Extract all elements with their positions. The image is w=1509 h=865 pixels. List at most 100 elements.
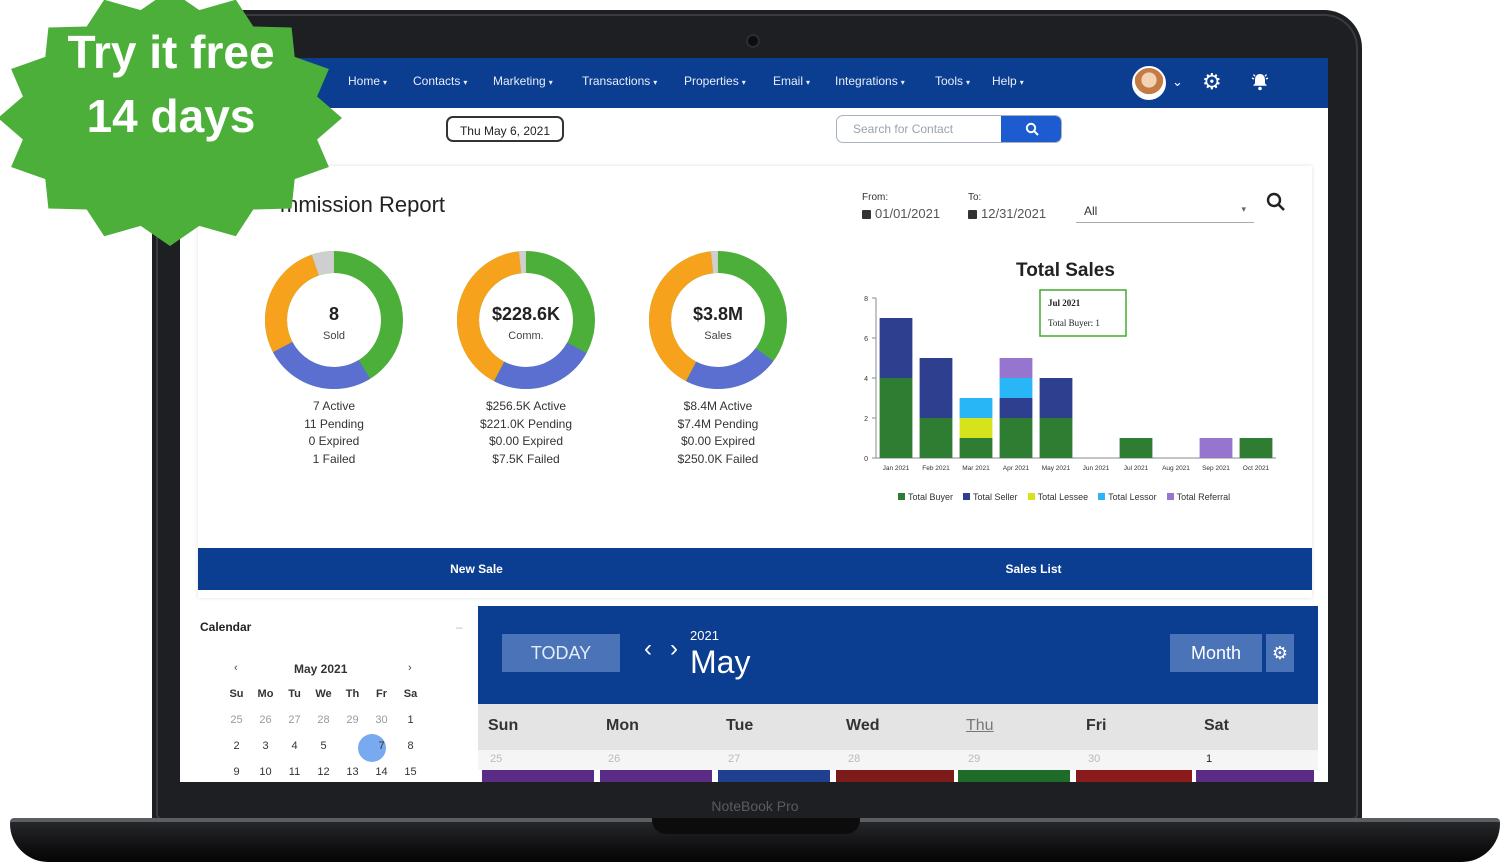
mini-calendar-weekday: Mo [257, 688, 274, 700]
mini-calendar-day[interactable]: 13 [338, 766, 367, 778]
mini-calendar-day[interactable]: 10 [251, 766, 280, 778]
type-filter-select[interactable]: All ▾ [1076, 198, 1254, 223]
day-number[interactable]: 28 [848, 753, 860, 765]
legend-item[interactable]: Total Lessee [1027, 492, 1088, 502]
donut-value: 8 [328, 304, 339, 324]
donut-label: Sold [322, 330, 346, 342]
calendar-toolbar: TODAY ‹ › 2021 May Month ⚙ [478, 606, 1318, 704]
month-view-button[interactable]: Month [1170, 634, 1262, 672]
weekday-sun: Sun [488, 717, 519, 734]
mini-calendar-day[interactable]: 15 [396, 766, 425, 778]
mini-calendar-day[interactable]: 5 [309, 740, 338, 752]
mini-calendar-day[interactable]: 14 [367, 766, 396, 778]
search-button[interactable] [1001, 116, 1061, 142]
next-month-button[interactable]: › [408, 662, 412, 674]
collapse-icon[interactable]: – [456, 620, 463, 634]
device-brand: NoteBook Pro [711, 798, 799, 814]
nav-properties[interactable]: Properties ▾ [684, 74, 746, 88]
stat-failed: $250.0K Failed [677, 451, 759, 466]
mini-calendar-day[interactable]: 25 [222, 714, 251, 726]
legend-item[interactable]: Total Buyer [898, 492, 953, 502]
bar-segment [959, 398, 993, 418]
today-button[interactable]: TODAY [502, 634, 620, 672]
day-number[interactable]: 29 [968, 753, 980, 765]
nav-home[interactable]: Home ▾ [348, 74, 387, 88]
current-date-button[interactable]: Thu May 6, 2021 [446, 116, 564, 142]
prev-month-button[interactable]: ‹ [234, 662, 238, 674]
mini-calendar-day[interactable]: 28 [309, 714, 338, 726]
mini-calendar-day[interactable]: 4 [280, 740, 309, 752]
legend-item[interactable]: Total Seller [963, 492, 1018, 502]
legend-item[interactable]: Total Lessor [1098, 492, 1157, 502]
app-screen: Home ▾ Contacts ▾ Marketing ▾ Transactions ▾… [180, 58, 1328, 782]
y-tick-label: 0 [864, 456, 868, 463]
bar-segment [999, 418, 1033, 458]
chevron-down-icon: ▾ [1019, 78, 1024, 87]
gear-icon[interactable]: ⚙ [1266, 634, 1294, 672]
calendar-event[interactable] [482, 770, 594, 782]
mini-calendar-day[interactable]: 6 [338, 740, 367, 752]
mini-calendar-day[interactable]: 12 [309, 766, 338, 778]
free-trial-badge[interactable]: Try it free 14 days [0, 0, 342, 246]
mini-calendar-day[interactable]: 29 [338, 714, 367, 726]
calendar-event[interactable] [718, 770, 830, 782]
mini-calendar-day[interactable]: 11 [280, 766, 309, 778]
calendar-event[interactable] [600, 770, 712, 782]
chevron-right-icon[interactable]: › [670, 636, 678, 662]
x-tick-label: Apr 2021 [1003, 465, 1030, 472]
calendar-event[interactable] [1196, 770, 1314, 782]
user-avatar[interactable] [1132, 66, 1166, 100]
nav-tools[interactable]: Tools ▾ [935, 74, 970, 88]
x-tick-label: Oct 2021 [1243, 465, 1270, 472]
bar-segment [919, 358, 953, 418]
y-tick-label: 8 [864, 296, 868, 303]
new-sale-button[interactable]: New Sale [198, 548, 755, 590]
nav-marketing[interactable]: Marketing ▾ [493, 74, 553, 88]
legend-swatch [898, 493, 905, 500]
nav-integrations[interactable]: Integrations ▾ [835, 74, 905, 88]
mini-calendar-day[interactable]: 9 [222, 766, 251, 778]
mini-calendar-day[interactable]: 1 [396, 714, 425, 726]
search-input[interactable] [837, 116, 1001, 142]
mini-calendar-day[interactable]: 27 [280, 714, 309, 726]
bar-segment [879, 318, 913, 378]
sales-list-button[interactable]: Sales List [755, 548, 1312, 590]
mini-calendar-day[interactable]: 3 [251, 740, 280, 752]
nav-label: Home [348, 74, 381, 88]
stat-active: $8.4M Active [683, 399, 753, 413]
x-tick-label: Mar 2021 [962, 465, 990, 472]
day-number[interactable]: 30 [1088, 753, 1100, 765]
chevron-left-icon[interactable]: ‹ [644, 636, 652, 662]
to-date-field[interactable]: 12/31/2021 [968, 206, 1046, 221]
mini-calendar-day[interactable]: 8 [396, 740, 425, 752]
y-tick-label: 4 [864, 376, 868, 383]
stat-expired: $0.00 Expired [680, 434, 756, 448]
calendar-event[interactable] [958, 770, 1070, 782]
chevron-down-icon[interactable]: ⌄ [1172, 74, 1183, 90]
chevron-down-icon: ▾ [548, 78, 553, 87]
mini-calendar-day[interactable]: 26 [251, 714, 280, 726]
nav-contacts[interactable]: Contacts ▾ [413, 74, 467, 88]
filter-search-button[interactable] [1266, 192, 1286, 217]
nav-help[interactable]: Help ▾ [992, 74, 1024, 88]
day-number[interactable]: 26 [608, 753, 620, 765]
calendar-event[interactable] [836, 770, 954, 782]
mini-calendar-day[interactable]: 30 [367, 714, 396, 726]
from-date-field[interactable]: 01/01/2021 [862, 206, 940, 221]
day-number[interactable]: 25 [490, 753, 502, 765]
day-number[interactable]: 27 [728, 753, 740, 765]
gear-icon[interactable]: ⚙ [1202, 71, 1222, 93]
stat-active: 7 Active [312, 399, 356, 413]
mini-calendar-day[interactable]: 2 [222, 740, 251, 752]
bell-icon[interactable] [1250, 72, 1270, 96]
tooltip-box [1039, 289, 1127, 337]
nav-transactions[interactable]: Transactions ▾ [582, 74, 657, 88]
chevron-down-icon: ▾ [900, 78, 905, 87]
day-number[interactable]: 1 [1206, 753, 1212, 765]
mini-calendar-day[interactable]: 7 [367, 740, 396, 752]
calendar-event[interactable] [1076, 770, 1192, 782]
bar-segment [999, 378, 1033, 398]
legend-item[interactable]: Total Referral [1166, 492, 1230, 502]
nav-email[interactable]: Email ▾ [773, 74, 810, 88]
calendar-events [478, 770, 1318, 782]
